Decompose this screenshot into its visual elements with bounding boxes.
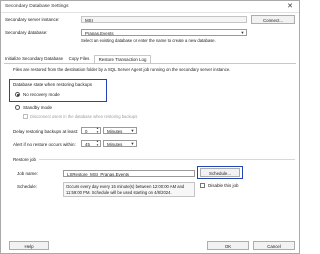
disable-job-checkbox[interactable] [200,183,205,188]
no-recovery-label[interactable]: No recovery mode [23,92,60,97]
server-label: Secondary server instance: [5,17,60,22]
cancel-button[interactable]: Cancel [253,241,295,250]
job-name-field[interactable]: LSRestore_MSI_Pranas.Events [63,170,195,177]
delay-unit-combo[interactable]: Minutes ▼ [103,127,137,134]
alert-unit-combo[interactable]: Minutes ▼ [103,140,137,147]
restore-description: Files are restored from the destination … [13,67,231,72]
alert-unit-value: Minutes [107,142,123,147]
schedule-description-box: Occurs every day every 15 minute(s) betw… [63,182,195,197]
chevron-down-icon[interactable]: ▼ [240,31,245,35]
delay-unit-value: Minutes [107,129,123,134]
server-field: MSI [81,16,247,23]
help-button[interactable]: Help [9,241,49,250]
server-value: MSI [85,18,93,23]
delay-spinner-icon[interactable]: ▲ ▼ [95,126,100,134]
standby-radio[interactable] [15,105,20,110]
job-name-label: Job name: [17,171,39,176]
ok-button[interactable]: OK [207,241,249,250]
schedule-button[interactable]: Schedule... [200,168,240,177]
alert-value: 45 [85,142,90,147]
database-value: Pranas.Events [85,31,114,36]
restore-job-divider [39,159,295,160]
title-bar: Secondary Database Settings ✕ [1,1,299,13]
chevron-down-icon[interactable]: ▼ [130,142,135,146]
disconnect-checkbox[interactable] [23,114,28,119]
dialog-window: Secondary Database Settings ✕ Secondary … [0,0,300,254]
delay-value: 0 [85,129,88,134]
alert-spinner-icon[interactable]: ▲ ▼ [95,139,100,147]
disconnect-label: Disconnect users in the database when re… [30,114,138,119]
schedule-text: Occurs every day every 15 minute(s) betw… [66,184,185,195]
standby-label[interactable]: Standby mode [23,105,52,110]
close-icon[interactable]: ✕ [285,2,295,11]
delay-label: Delay restoring backups at least: [13,129,79,134]
state-highlight-box [9,79,107,102]
alert-label: Alert if no restore occurs within: [13,142,76,147]
schedule-label: Schedule: [17,184,38,189]
database-hint: Select an existing database or enter the… [81,38,216,43]
tab-copy-files[interactable]: Copy Files [67,55,91,63]
restore-job-section-label: Restore job [13,157,37,162]
tab-initialize[interactable]: Initialize Secondary Database [5,55,63,63]
tab-restore-log[interactable]: Restore Transaction Log [94,55,151,63]
no-recovery-radio[interactable] [15,92,20,97]
tab-divider [4,63,296,64]
connect-button[interactable]: Connect... [251,15,295,24]
chevron-down-icon[interactable]: ▼ [130,129,135,133]
database-combo[interactable]: Pranas.Events ▼ [81,29,247,36]
disable-job-label[interactable]: Disable this job [208,183,239,188]
job-name-value: LSRestore_MSI_Pranas.Events [67,172,129,177]
database-label: Secondary database: [5,30,48,35]
window-title: Secondary Database Settings [5,4,69,9]
